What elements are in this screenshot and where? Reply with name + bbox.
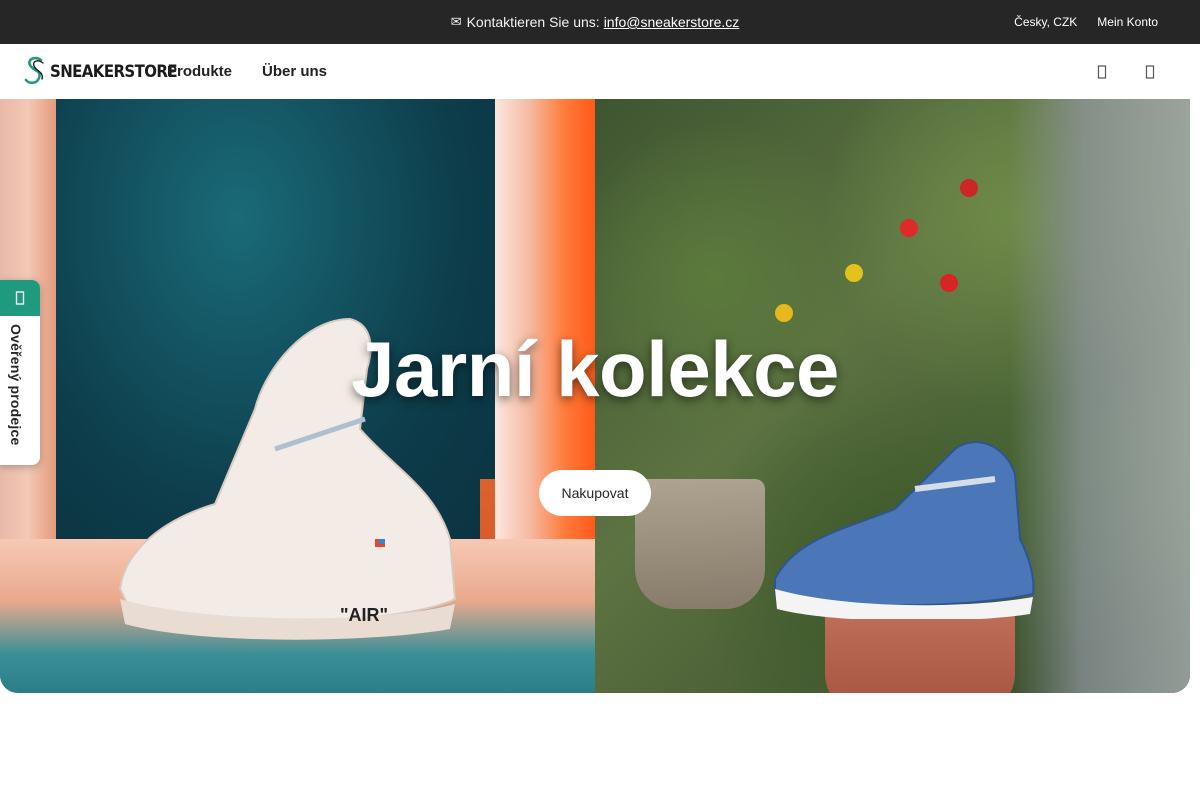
svg-text:"AIR": "AIR": [340, 605, 388, 625]
verified-seller-tab[interactable]: Ověřený prodejce: [0, 280, 40, 465]
sneaker-blue-image: [774, 441, 1035, 619]
hero-title: Jarní kolekce: [351, 325, 839, 413]
contact-email-link[interactable]: info@sneakerstore.cz: [604, 14, 740, 30]
verified-seller-label: Ověřený prodejce: [8, 324, 24, 446]
cart-icon[interactable]: [1145, 64, 1155, 80]
announcement-bar: ✉ Kontaktieren Sie uns: info@sneakerstor…: [0, 0, 1200, 44]
search-icon[interactable]: [1097, 64, 1107, 80]
main-nav: Produkte Über uns: [167, 44, 327, 99]
contact-prefix: Kontaktieren Sie uns:: [466, 14, 600, 30]
hero-banner: "AIR" Jarní kolekce Nakupovat: [0, 99, 1190, 693]
account-link[interactable]: Mein Konto: [1097, 15, 1158, 29]
nav-item-produkte[interactable]: Produkte: [167, 63, 232, 80]
locale-selector[interactable]: Česky, CZK: [1014, 15, 1077, 29]
logo-text: SNEAKERSTORE: [50, 60, 178, 82]
envelope-icon: ✉: [450, 14, 462, 29]
nav-item-uber-uns[interactable]: Über uns: [262, 63, 327, 80]
contact-info: ✉ Kontaktieren Sie uns: info@sneakerstor…: [0, 0, 1190, 44]
shield-check-icon: [0, 280, 40, 316]
shop-now-button[interactable]: Nakupovat: [539, 470, 651, 516]
site-header: SNEAKERSTORE Produkte Über uns: [0, 44, 1190, 99]
logo[interactable]: SNEAKERSTORE: [23, 55, 178, 87]
header-actions: [1097, 44, 1155, 99]
logo-mark-icon: [24, 56, 44, 85]
